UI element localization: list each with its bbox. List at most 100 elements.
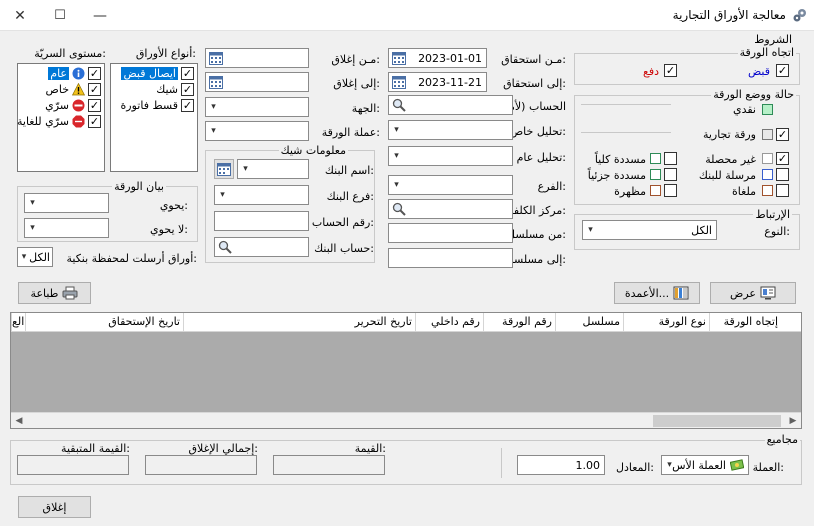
bank-portfolio-select[interactable]: ▾ الكل [17, 247, 53, 267]
to-due-label: إلى استحقاق: [503, 77, 566, 90]
link-type-select[interactable]: ▾ الكل [582, 220, 717, 240]
rate-field[interactable]: 1.00 [517, 455, 605, 475]
close-dialog-button[interactable]: إغلاق [18, 496, 91, 518]
column-header[interactable]: تاريخ الإستحقاق [25, 313, 183, 331]
account-number-field[interactable] [214, 211, 309, 231]
payment-checkbox[interactable]: ✓ [664, 64, 677, 77]
total-close-field[interactable] [145, 455, 257, 475]
endorsed-checkbox[interactable] [664, 184, 677, 197]
paper-type-checkbox[interactable]: ✓ [181, 83, 194, 96]
bank-branch-select[interactable]: ▾ [214, 185, 309, 205]
paper-types-list[interactable]: ✓ ايصال قبض ✓ شيك ✓ قسط فاتورة [110, 63, 198, 172]
endorsed-label: مظهرة [614, 185, 646, 198]
receipt-checkbox[interactable]: ✓ [776, 64, 789, 77]
scroll-left-icon[interactable]: ◀ [11, 413, 27, 429]
value-field[interactable] [273, 455, 385, 475]
payment-label: دفع [642, 65, 659, 78]
column-header[interactable]: تاريخ التحرير [183, 313, 415, 331]
secrecy-checkbox[interactable]: ✓ [88, 99, 101, 112]
remaining-field[interactable] [17, 455, 129, 475]
sent-to-bank-color-swatch [762, 169, 773, 180]
list-item[interactable]: ✓ سرّي [45, 98, 101, 113]
to-serial-label: إلى مسلسل: [505, 253, 566, 266]
to-due-date-field[interactable]: 2023-11-21 [388, 72, 487, 92]
column-header[interactable]: نوع الورقة [623, 313, 709, 331]
printer-icon [62, 286, 78, 300]
branch-select[interactable]: ▾ [388, 175, 513, 195]
column-header[interactable]: الع [11, 313, 25, 331]
list-item[interactable]: ✓ سرّي للغاية [17, 114, 101, 129]
party-select[interactable]: ▾ [205, 97, 309, 117]
bank-name-select[interactable]: ▾ [237, 159, 309, 179]
fully-paid-label: مسددة كلياً [594, 153, 646, 166]
list-item[interactable]: ✓ شيك [156, 82, 194, 97]
column-header[interactable]: إتجاه الورقة [709, 313, 781, 331]
currency-label: عملة الورقة: [321, 126, 380, 139]
calendar-icon[interactable] [392, 76, 406, 89]
paper-type-checkbox[interactable]: ✓ [181, 67, 194, 80]
search-icon[interactable] [218, 240, 232, 254]
search-icon[interactable] [392, 98, 406, 112]
not-contains-select[interactable]: ▾ [24, 218, 109, 238]
not-contains-label: لا يحوي: [150, 223, 188, 236]
special-analysis-select[interactable]: ▾ [388, 120, 513, 140]
bank-list-button[interactable] [214, 159, 234, 179]
total-close-label: إجمالي الإغلاق: [188, 442, 258, 455]
calendar-icon[interactable] [209, 52, 223, 65]
list-item[interactable]: ✓ عام [48, 66, 101, 81]
paper-type-checkbox[interactable]: ✓ [181, 99, 194, 112]
contains-select[interactable]: ▾ [24, 193, 109, 213]
scrollbar-thumb[interactable] [653, 415, 781, 427]
cash-color-swatch [762, 104, 773, 115]
from-serial-field[interactable] [388, 223, 513, 243]
cost-center-field[interactable] [388, 199, 513, 219]
secrecy-checkbox[interactable]: ✓ [88, 83, 101, 96]
chevron-down-icon: ▾ [394, 125, 399, 135]
horizontal-scrollbar[interactable]: ▶ ◀ [11, 412, 801, 428]
columns-button[interactable]: الأعمدة... [614, 282, 700, 304]
to-close-date-field[interactable] [205, 72, 309, 92]
from-due-date-field[interactable]: 2023-01-01 [388, 48, 487, 68]
money-icon [730, 459, 744, 471]
secrecy-list[interactable]: ✓ عام ✓ خاص ✓ سرّي ✓ سرّي للغاية [17, 63, 105, 172]
cancelled-color-swatch [762, 185, 773, 196]
scroll-right-icon[interactable]: ▶ [785, 413, 801, 429]
column-header[interactable]: رقم داخلي [415, 313, 483, 331]
close-button[interactable]: ✕ [0, 0, 40, 31]
general-analysis-select[interactable]: ▾ [388, 146, 513, 166]
secrecy-checkbox[interactable]: ✓ [88, 67, 101, 80]
bank-account-field[interactable] [214, 237, 309, 257]
maximize-button[interactable]: ☐ [40, 0, 80, 31]
minimize-button[interactable]: — [80, 0, 120, 31]
calendar-icon[interactable] [209, 76, 223, 89]
search-icon[interactable] [392, 202, 406, 216]
column-header[interactable]: رقم الورقة [483, 313, 555, 331]
show-button[interactable]: عرض [710, 282, 796, 304]
to-serial-field[interactable] [388, 248, 513, 268]
sent-to-bank-label: مرسلة للبنك [698, 169, 756, 182]
bank-portfolio-label: أوراق أرسلت لمحفظة بنكية: [66, 252, 197, 265]
list-item[interactable]: ✓ خاص [46, 82, 101, 97]
results-grid[interactable]: إتجاه الورقة نوع الورقة مسلسل رقم الورقة… [10, 312, 802, 429]
partially-paid-checkbox[interactable] [664, 168, 677, 181]
currency-select[interactable]: ▾ [205, 121, 309, 141]
list-item[interactable]: ✓ ايصال قبض [121, 66, 194, 81]
uncollected-checkbox[interactable]: ✓ [776, 152, 789, 165]
account-field[interactable] [388, 95, 513, 115]
warning-icon [72, 83, 85, 96]
column-header[interactable]: مسلسل [555, 313, 623, 331]
commercial-checkbox[interactable]: ✓ [776, 128, 789, 141]
totals-currency-select[interactable]: ▾ العملة الأس [661, 455, 749, 475]
fully-paid-checkbox[interactable] [664, 152, 677, 165]
calendar-icon[interactable] [392, 52, 406, 65]
sent-to-bank-checkbox[interactable] [776, 168, 789, 181]
separator [581, 132, 671, 133]
cancelled-checkbox[interactable] [776, 184, 789, 197]
secrecy-checkbox[interactable]: ✓ [88, 115, 101, 128]
from-close-date-field[interactable] [205, 48, 309, 68]
print-button[interactable]: طباعة [18, 282, 91, 304]
list-item[interactable]: ✓ قسط فاتورة [121, 98, 194, 113]
uncollected-label: غير محصلة [705, 153, 756, 166]
gears-icon [793, 9, 806, 22]
info-icon [72, 67, 85, 80]
